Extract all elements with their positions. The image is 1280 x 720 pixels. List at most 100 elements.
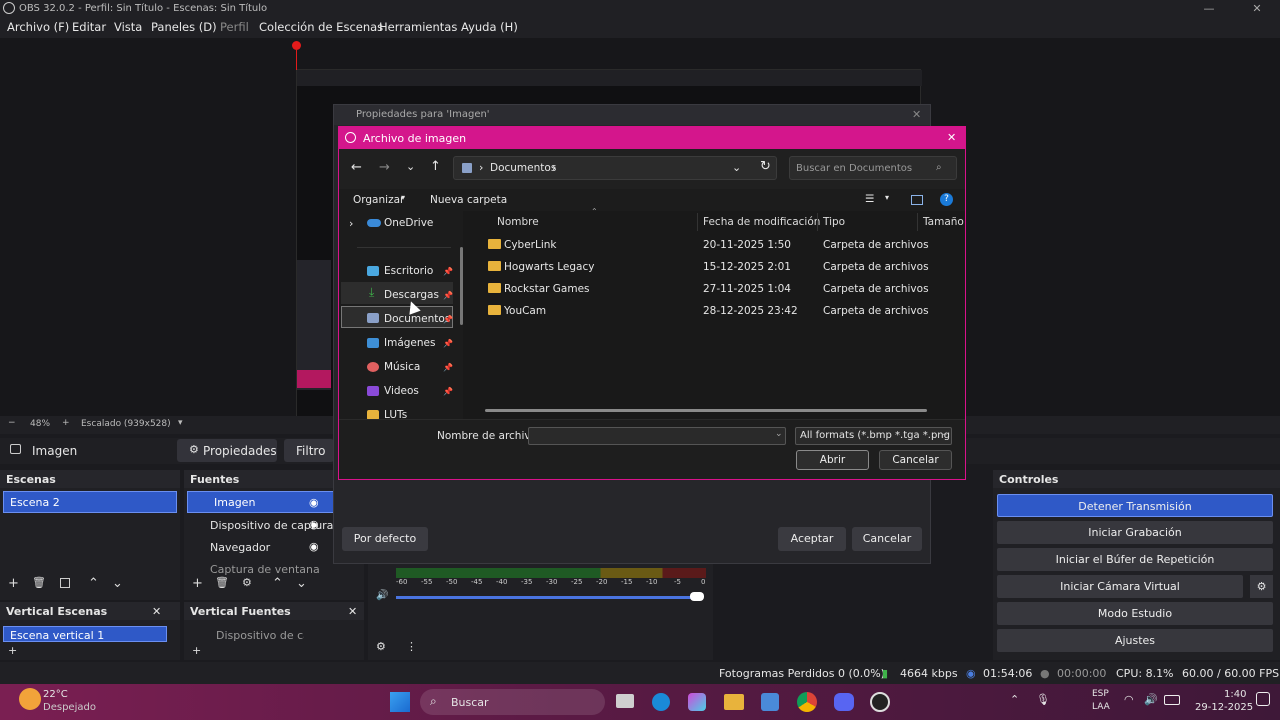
weather-desc[interactable]: Despejado bbox=[43, 702, 96, 713]
search-input[interactable]: Buscar en Documentos bbox=[789, 156, 957, 180]
notification-icon[interactable] bbox=[1256, 692, 1270, 706]
filters-icon[interactable] bbox=[60, 578, 70, 588]
defaults-button[interactable]: Por defecto bbox=[342, 527, 428, 551]
windows-start-icon[interactable] bbox=[390, 692, 410, 712]
add-scene-icon[interactable]: + bbox=[8, 644, 17, 657]
weather-temp[interactable]: 22°C bbox=[43, 689, 68, 700]
close-icon[interactable]: ✕ bbox=[1244, 0, 1270, 17]
copilot-icon[interactable] bbox=[688, 693, 706, 711]
language-bottom[interactable]: LAA bbox=[1092, 702, 1110, 712]
nav-onedrive[interactable]: OneDrive bbox=[384, 217, 433, 229]
menu-herramientas[interactable]: Herramientas bbox=[379, 20, 457, 34]
cancel-button[interactable]: Cancelar bbox=[852, 527, 922, 551]
task-view-icon[interactable] bbox=[616, 694, 634, 708]
menu-perfil[interactable]: Perfil bbox=[220, 20, 249, 34]
view-icon[interactable]: ☰ bbox=[865, 193, 874, 205]
nav-documents[interactable]: Documentos bbox=[384, 313, 450, 325]
file-explorer-icon[interactable] bbox=[724, 694, 744, 710]
volume-slider-handle[interactable] bbox=[690, 592, 704, 601]
trash-icon[interactable]: 🗑 bbox=[215, 576, 229, 589]
properties-button[interactable]: ⚙ Propiedades bbox=[177, 439, 277, 462]
gear-icon[interactable]: ⚙ bbox=[376, 640, 386, 653]
menu-archivo[interactable]: Archivo (F) bbox=[7, 20, 69, 34]
menu-paneles[interactable]: Paneles (D) bbox=[151, 20, 217, 34]
scene-item[interactable]: Escena 2 bbox=[3, 491, 177, 513]
file-row[interactable]: CyberLink 20-11-2025 1:50 Carpeta de arc… bbox=[467, 235, 957, 255]
edge-icon[interactable] bbox=[652, 693, 670, 711]
clock-date[interactable]: 29-12-2025 bbox=[1195, 702, 1253, 713]
vertical-source-item[interactable]: Dispositivo de captura bbox=[194, 629, 304, 643]
obs-taskbar-icon[interactable] bbox=[870, 692, 890, 712]
more-icon[interactable]: ⋮ bbox=[406, 640, 417, 653]
accept-button[interactable]: Aceptar bbox=[778, 527, 846, 551]
menu-vista[interactable]: Vista bbox=[114, 20, 142, 34]
back-icon[interactable]: ← bbox=[351, 160, 362, 175]
nav-pictures[interactable]: Imágenes bbox=[384, 337, 435, 349]
column-date[interactable]: Fecha de modificación bbox=[703, 216, 820, 228]
chevron-down-icon[interactable]: ⌄ bbox=[941, 429, 949, 439]
virtual-camera-button[interactable]: Iniciar Cámara Virtual bbox=[997, 575, 1243, 598]
transform-handle-icon[interactable] bbox=[292, 41, 301, 50]
language-top[interactable]: ESP bbox=[1092, 689, 1109, 699]
menu-editar[interactable]: Editar bbox=[72, 20, 106, 34]
speaker-icon[interactable]: 🔊 bbox=[376, 590, 388, 601]
gear-icon[interactable]: ⚙ bbox=[242, 576, 252, 589]
eye-icon[interactable]: ◉ bbox=[309, 496, 319, 509]
move-down-icon[interactable]: ⌄ bbox=[296, 576, 307, 591]
column-type[interactable]: Tipo bbox=[823, 216, 845, 228]
preview-pane-icon[interactable] bbox=[911, 195, 923, 205]
nav-luts[interactable]: LUTs bbox=[384, 409, 407, 419]
file-row[interactable]: YouCam 28-12-2025 23:42 Carpeta de archi… bbox=[467, 301, 957, 321]
stop-stream-button[interactable]: Detener Transmisión bbox=[997, 494, 1273, 517]
forward-icon[interactable]: → bbox=[379, 160, 390, 175]
open-button[interactable]: Abrir bbox=[796, 450, 869, 470]
file-row[interactable]: Rockstar Games 27-11-2025 1:04 Carpeta d… bbox=[467, 279, 957, 299]
move-up-icon[interactable]: ⌃ bbox=[272, 576, 283, 591]
volume-icon[interactable]: 🔊 bbox=[1144, 693, 1158, 706]
address-bar[interactable]: › Documentos › ⌄ bbox=[453, 156, 777, 180]
chrome-icon[interactable] bbox=[797, 692, 817, 712]
close-icon[interactable]: ✕ bbox=[947, 131, 956, 144]
column-name[interactable]: Nombre bbox=[497, 216, 539, 228]
microphone-icon[interactable]: 🎙 bbox=[1036, 693, 1050, 706]
move-down-icon[interactable]: ⌄ bbox=[112, 576, 123, 591]
new-folder-button[interactable]: Nueva carpeta bbox=[430, 194, 507, 206]
horizontal-scrollbar[interactable] bbox=[485, 409, 927, 412]
chevron-down-icon[interactable]: ▾ bbox=[178, 418, 183, 428]
gear-icon[interactable]: ⚙ bbox=[1250, 575, 1273, 598]
taskbar-search[interactable]: ⌕ Buscar bbox=[420, 689, 605, 715]
filter-select[interactable]: All formats (*.bmp *.tga *.png * bbox=[795, 427, 952, 445]
filters-button[interactable]: Filtro bbox=[284, 439, 334, 462]
nav-downloads[interactable]: Descargas bbox=[384, 289, 439, 301]
up-icon[interactable]: ↑ bbox=[430, 159, 441, 174]
wifi-icon[interactable]: ◠ bbox=[1124, 693, 1134, 706]
source-item-window[interactable]: Captura de ventana bbox=[194, 559, 344, 575]
clock-time[interactable]: 1:40 bbox=[1224, 689, 1246, 700]
settings-button[interactable]: Ajustes bbox=[997, 629, 1273, 652]
add-source-icon[interactable]: + bbox=[192, 576, 203, 591]
add-source-icon[interactable]: + bbox=[192, 644, 201, 657]
source-item-capture[interactable]: Dispositivo de captura de vídeo bbox=[194, 515, 344, 535]
chevron-right-icon[interactable]: › bbox=[349, 217, 353, 230]
move-up-icon[interactable]: ⌃ bbox=[88, 576, 99, 591]
volume-slider[interactable] bbox=[396, 596, 696, 599]
column-size[interactable]: Tamaño bbox=[923, 216, 964, 228]
chevron-down-icon[interactable]: ▾ bbox=[885, 193, 889, 202]
trash-icon[interactable]: 🗑 bbox=[32, 576, 46, 589]
battery-icon[interactable] bbox=[1164, 695, 1180, 705]
cancel-button[interactable]: Cancelar bbox=[879, 450, 952, 470]
chevron-right-icon[interactable]: › bbox=[552, 161, 556, 174]
close-icon[interactable]: ✕ bbox=[912, 108, 921, 121]
maximize-icon[interactable] bbox=[1206, 0, 1232, 17]
nav-scrollbar[interactable] bbox=[460, 247, 463, 325]
menu-ayuda[interactable]: Ayuda (H) bbox=[461, 20, 518, 34]
eye-icon[interactable]: ◉ bbox=[309, 518, 319, 531]
source-item-browser[interactable]: Navegador bbox=[194, 537, 344, 557]
chevron-down-icon[interactable]: ⌄ bbox=[775, 429, 783, 439]
zoom-in-button[interactable]: + bbox=[62, 418, 70, 428]
organize-button[interactable]: Organizar bbox=[353, 194, 404, 206]
nav-desktop[interactable]: Escritorio bbox=[384, 265, 433, 277]
scaling-select[interactable]: Escalado (939x528) bbox=[81, 419, 171, 429]
refresh-icon[interactable]: ↻ bbox=[760, 159, 771, 174]
close-icon[interactable]: ✕ bbox=[152, 605, 161, 618]
